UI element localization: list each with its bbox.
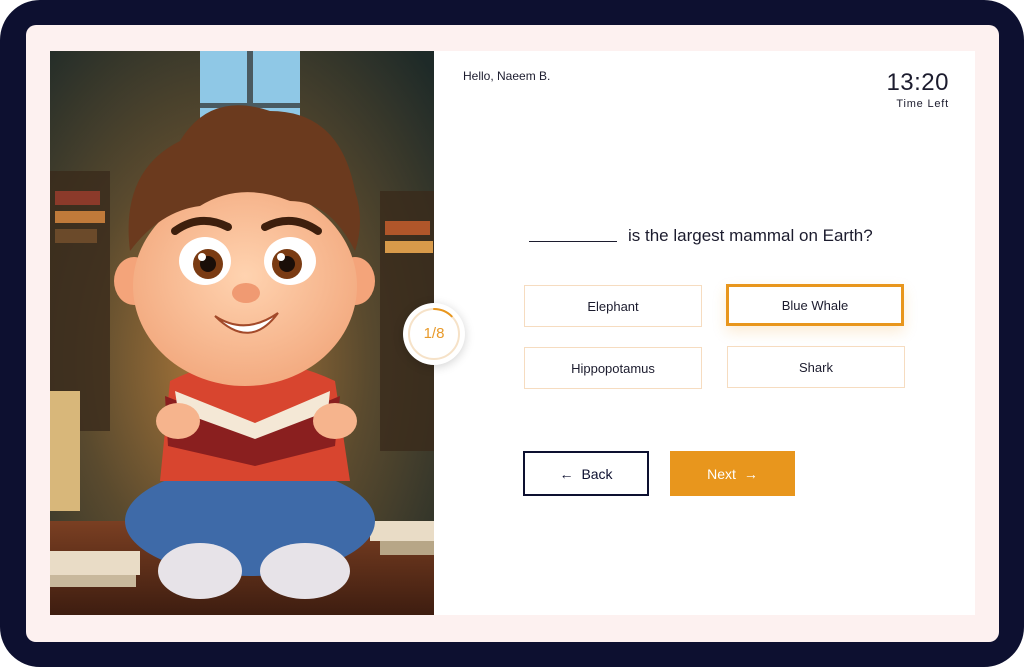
screen: 1/8 Hello, Naeem B. 13:20 Time Left is t… xyxy=(26,25,999,642)
arrow-left-icon: ← xyxy=(559,465,574,482)
option-blue-whale[interactable]: Blue Whale xyxy=(726,284,904,326)
option-elephant[interactable]: Elephant xyxy=(524,285,702,327)
question-text: is the largest mammal on Earth? xyxy=(628,226,873,245)
option-label: Shark xyxy=(799,359,833,375)
device-frame: 1/8 Hello, Naeem B. 13:20 Time Left is t… xyxy=(0,0,1024,667)
option-label: Blue Whale xyxy=(781,297,849,313)
option-label: Hippopotamus xyxy=(571,360,655,376)
back-button[interactable]: ← Back xyxy=(523,451,649,496)
next-button[interactable]: Next → xyxy=(670,451,795,496)
timer-label: Time Left xyxy=(896,98,949,110)
back-button-label: Back xyxy=(581,465,613,482)
arrow-right-icon: → xyxy=(743,465,758,482)
timer-value: 13:20 xyxy=(886,69,949,96)
countdown-timer: 13:20 Time Left xyxy=(886,69,949,110)
answer-blank xyxy=(529,241,617,242)
question-progress-ring: 1/8 xyxy=(403,303,465,365)
quiz-card: 1/8 Hello, Naeem B. 13:20 Time Left is t… xyxy=(50,51,975,615)
option-hippopotamus[interactable]: Hippopotamus xyxy=(524,347,702,389)
question-counter: 1/8 xyxy=(423,325,445,342)
option-label: Elephant xyxy=(587,298,639,314)
illustration-boy-reading xyxy=(50,51,434,615)
user-greeting: Hello, Naeem B. xyxy=(463,69,551,83)
next-button-label: Next xyxy=(707,465,736,482)
question: is the largest mammal on Earth? xyxy=(529,226,929,250)
option-shark[interactable]: Shark xyxy=(727,346,905,388)
